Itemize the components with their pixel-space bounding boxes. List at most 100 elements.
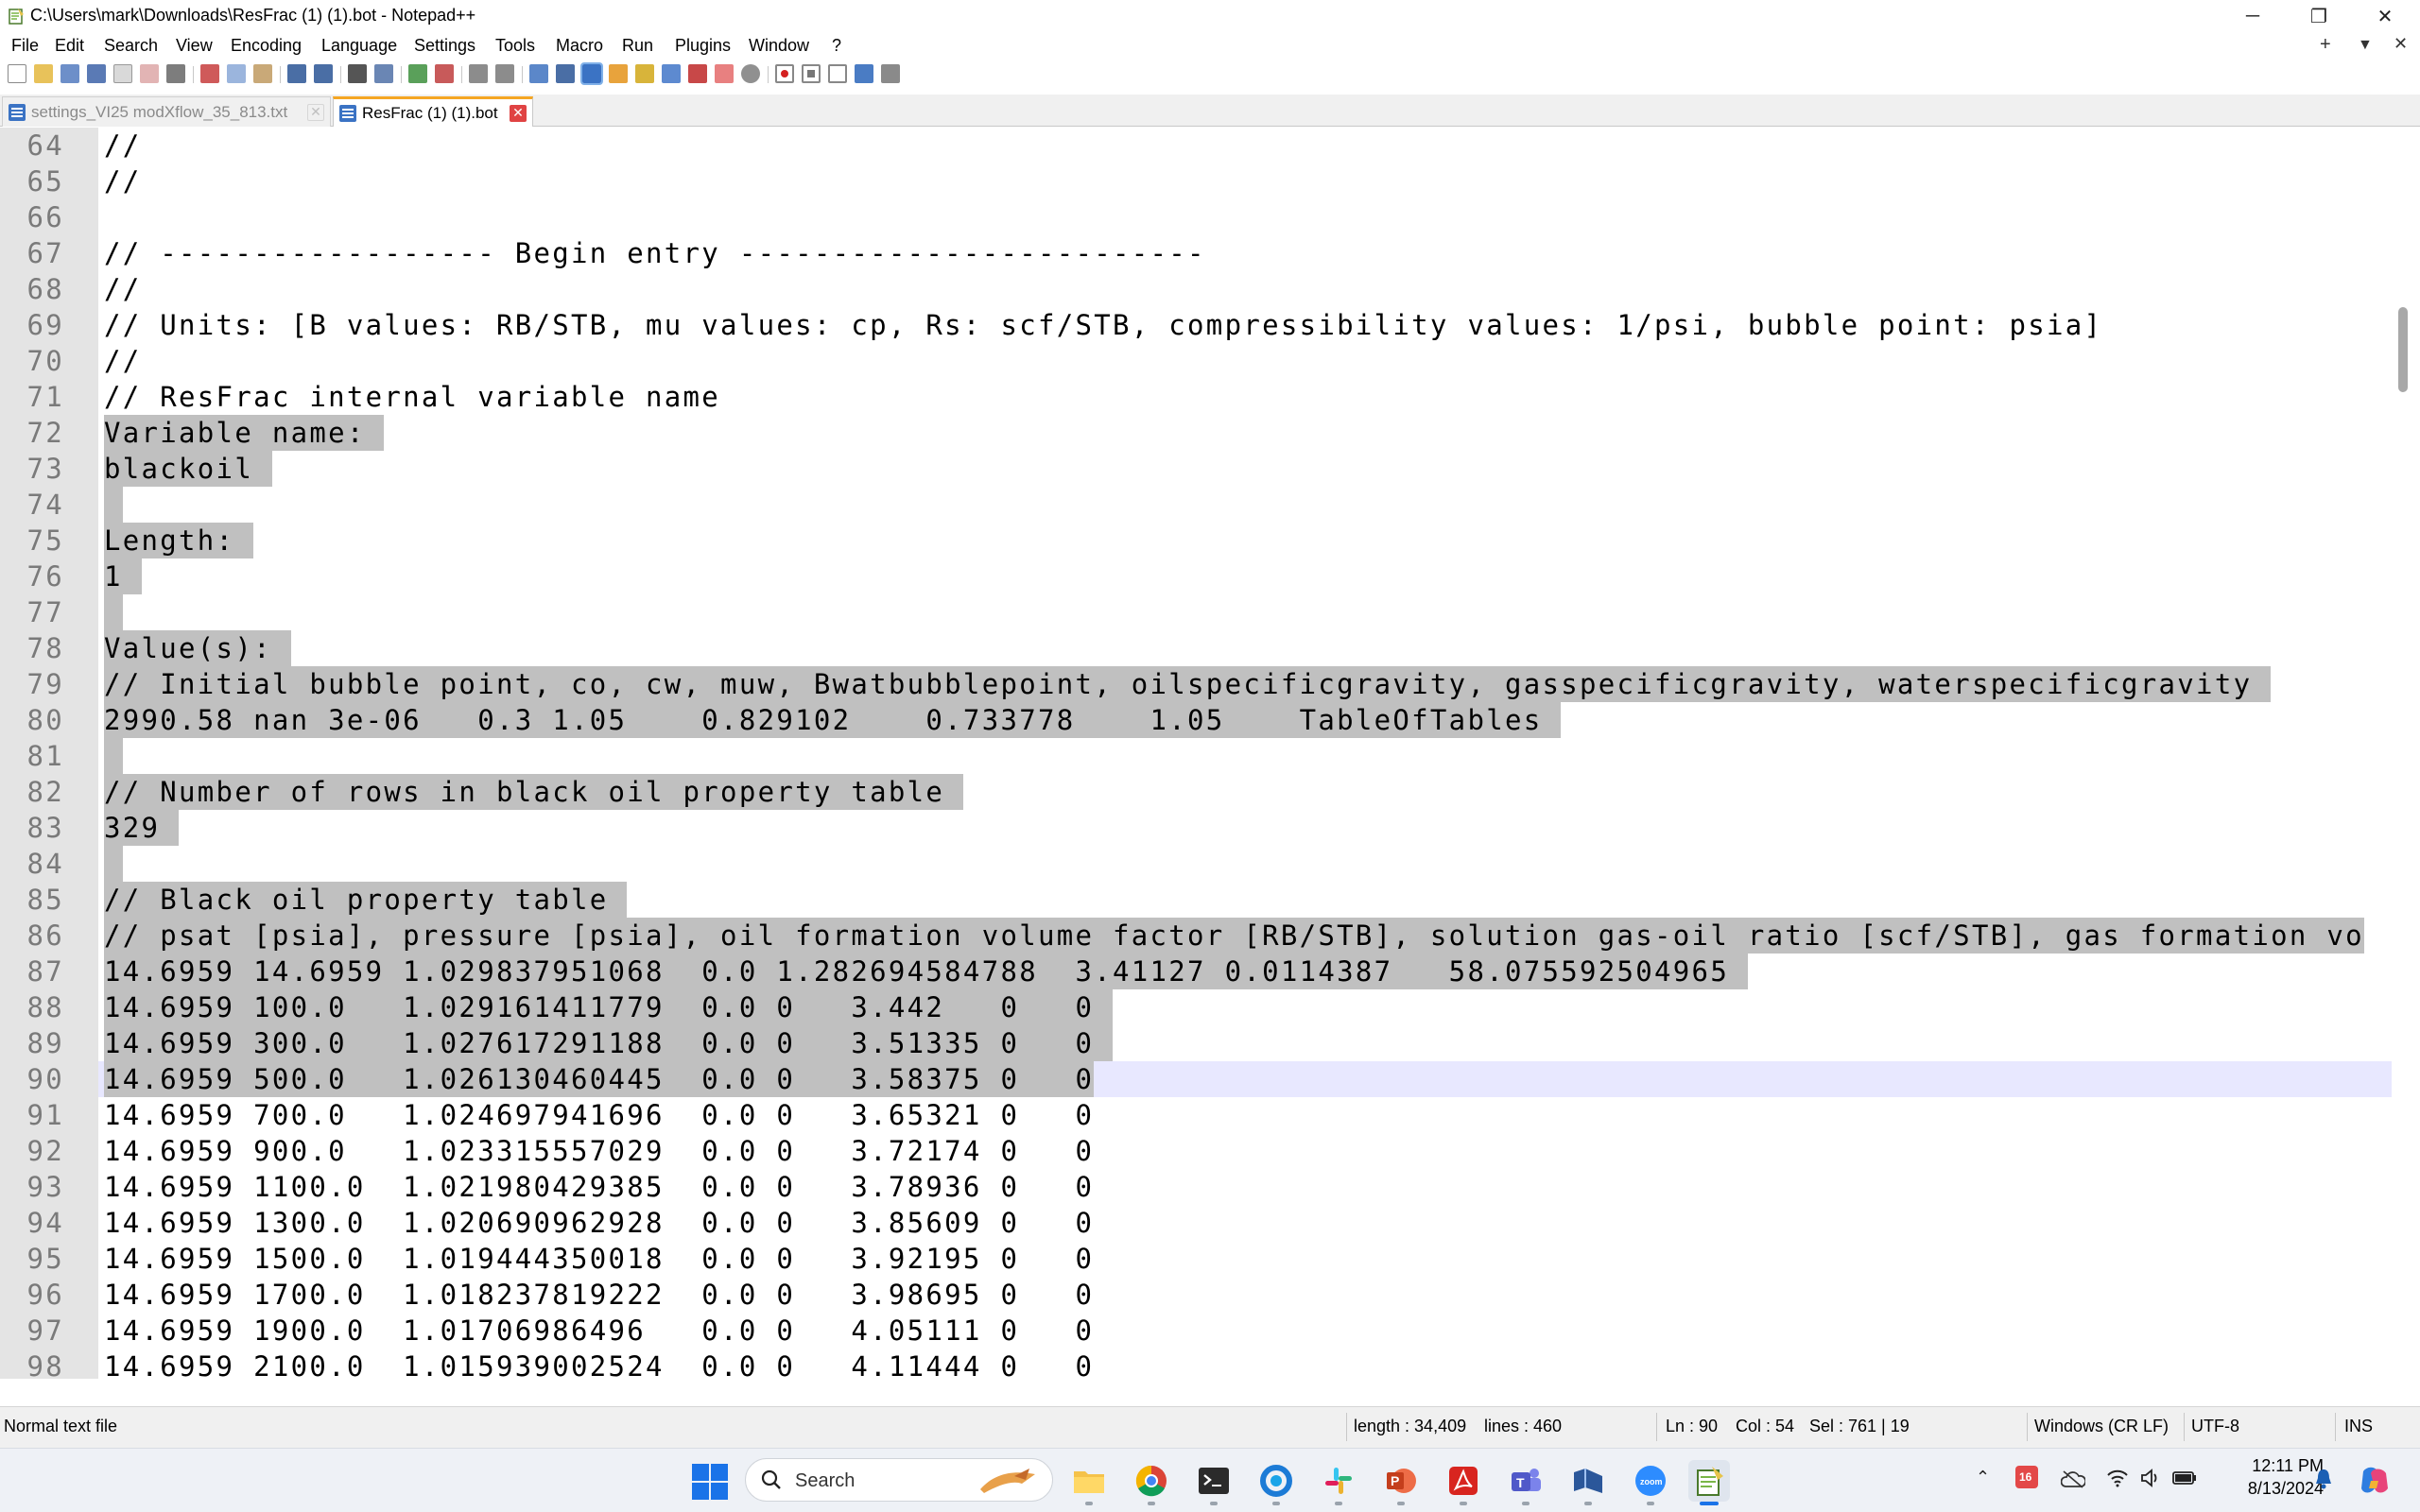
editor-line[interactable]: 86 // psat [psia], pressure [psia], oil f… — [0, 918, 2392, 954]
editor-line[interactable]: 72 Variable name: — [0, 415, 2392, 451]
status-column[interactable]: Col : 54 — [1736, 1417, 1794, 1436]
play-macro-icon[interactable] — [828, 64, 847, 83]
editor-line[interactable]: 80 2990.58 nan 3e-06 0.3 1.05 0.829102 0.… — [0, 702, 2392, 738]
cut-icon[interactable] — [200, 64, 219, 83]
find-icon[interactable] — [348, 64, 367, 83]
status-line-number[interactable]: Ln : 90 — [1666, 1417, 1718, 1436]
menu-view[interactable]: View — [176, 36, 213, 56]
editor-line[interactable]: 82 // Number of rows in black oil propert… — [0, 774, 2392, 810]
clipboard-icon[interactable] — [715, 64, 734, 83]
close-all-icon[interactable] — [140, 64, 159, 83]
replace-icon[interactable] — [374, 64, 393, 83]
notification-bell-icon[interactable] — [2314, 1468, 2333, 1490]
start-button[interactable] — [690, 1462, 728, 1500]
menu-edit[interactable]: Edit — [55, 36, 84, 56]
editor-line[interactable]: 84 — [0, 846, 2392, 882]
menu-run[interactable]: Run — [622, 36, 653, 56]
powerpoint-taskbar-button[interactable]: P — [1380, 1460, 1422, 1505]
menu-window[interactable]: Window — [749, 36, 809, 56]
close-file-icon[interactable] — [113, 64, 132, 83]
editor-line[interactable]: 70 // — [0, 343, 2392, 379]
editor-line[interactable]: 95 14.6959 1500.0 1.019444350018 0.0 0 3.… — [0, 1241, 2392, 1277]
stop-macro-icon[interactable] — [802, 64, 821, 83]
editor-line[interactable]: 88 14.6959 100.0 1.029161411779 0.0 0 3.4… — [0, 989, 2392, 1025]
editor-line[interactable]: 97 14.6959 1900.0 1.01706986496 0.0 0 4.0… — [0, 1313, 2392, 1349]
show-hidden-icons-icon[interactable]: ⌃ — [1976, 1468, 1990, 1487]
editor-line[interactable]: 79 // Initial bubble point, co, cw, muw, … — [0, 666, 2392, 702]
editor-line[interactable]: 69 // Units: [B values: RB/STB, mu values… — [0, 307, 2392, 343]
editor-line[interactable]: 66 — [0, 199, 2392, 235]
editor-line[interactable]: 74 — [0, 487, 2392, 523]
new-tab-icon[interactable]: + — [2320, 34, 2331, 56]
tab-list-icon[interactable]: ▼ — [2358, 37, 2373, 54]
new-file-icon[interactable] — [8, 64, 26, 83]
close-document-icon[interactable]: ✕ — [2394, 34, 2408, 54]
editor-line[interactable]: 87 14.6959 14.6959 1.029837951068 0.0 1.2… — [0, 954, 2392, 989]
clock-time[interactable]: 12:11 PM — [2220, 1456, 2324, 1476]
restore-button[interactable]: ❐ — [2286, 0, 2352, 32]
editor-line[interactable]: 83 329 — [0, 810, 2392, 846]
minimize-button[interactable]: ─ — [2220, 0, 2286, 32]
volume-icon[interactable] — [2140, 1468, 2161, 1488]
sync-horizontal-icon[interactable] — [495, 64, 514, 83]
editor-line[interactable]: 68 // — [0, 271, 2392, 307]
save-icon[interactable] — [60, 64, 79, 83]
wifi-icon[interactable] — [2106, 1468, 2129, 1488]
print-icon[interactable] — [166, 64, 185, 83]
doc-map-icon[interactable] — [635, 64, 654, 83]
save-all-icon[interactable] — [87, 64, 106, 83]
editor-line[interactable]: 81 — [0, 738, 2392, 774]
record-macro-icon[interactable] — [775, 64, 794, 83]
text-editor[interactable]: 64 // 65 // 66 67 // ------------------ Begin … — [0, 128, 2420, 1381]
acrobat-taskbar-button[interactable] — [1443, 1460, 1484, 1505]
editor-line[interactable]: 75 Length: — [0, 523, 2392, 558]
zoom-taskbar-button[interactable]: zoom — [1630, 1460, 1671, 1505]
open-file-icon[interactable] — [34, 64, 53, 83]
menu-tools[interactable]: Tools — [495, 36, 535, 56]
calendar-icon[interactable]: 16 — [2015, 1466, 2038, 1488]
editor-line[interactable]: 90 14.6959 500.0 1.026130460445 0.0 0 3.5… — [0, 1061, 2392, 1097]
language-icon[interactable] — [609, 64, 628, 83]
editor-line[interactable]: 76 1 — [0, 558, 2392, 594]
tab-resfrac-file[interactable]: ResFrac (1) (1).bot ✕ — [333, 96, 533, 127]
menu-encoding[interactable]: Encoding — [231, 36, 302, 56]
copy-icon[interactable] — [227, 64, 246, 83]
battery-icon[interactable] — [2172, 1469, 2197, 1486]
editor-line[interactable]: 89 14.6959 300.0 1.027617291188 0.0 0 3.5… — [0, 1025, 2392, 1061]
menu-settings[interactable]: Settings — [414, 36, 475, 56]
close-window-button[interactable]: ✕ — [2352, 0, 2418, 32]
editor-line[interactable]: 93 14.6959 1100.0 1.021980429385 0.0 0 3.… — [0, 1169, 2392, 1205]
terminal-taskbar-button[interactable] — [1193, 1460, 1235, 1505]
onedrive-icon[interactable] — [2061, 1469, 2085, 1488]
slack-taskbar-button[interactable] — [1318, 1460, 1359, 1505]
folder-as-workspace-icon[interactable] — [688, 64, 707, 83]
run-macro-multiple-icon[interactable] — [855, 64, 873, 83]
status-selection[interactable]: Sel : 761 | 19 — [1809, 1417, 1910, 1436]
monitoring-icon[interactable] — [741, 64, 760, 83]
function-list-icon[interactable] — [662, 64, 681, 83]
save-macro-icon[interactable] — [881, 64, 900, 83]
editor-line[interactable]: 94 14.6959 1300.0 1.020690962928 0.0 0 3.… — [0, 1205, 2392, 1241]
taskbar-search-box[interactable]: Search — [745, 1458, 1053, 1502]
clock-date[interactable]: 8/13/2024 — [2220, 1479, 2324, 1499]
indent-guide-icon[interactable] — [580, 62, 603, 85]
word-wrap-icon[interactable] — [529, 64, 548, 83]
editor-line[interactable]: 92 14.6959 900.0 1.023315557029 0.0 0 3.7… — [0, 1133, 2392, 1169]
menu-language[interactable]: Language — [321, 36, 397, 56]
zoom-out-icon[interactable] — [435, 64, 454, 83]
editor-line[interactable]: 65 // — [0, 163, 2392, 199]
editor-line[interactable]: 91 14.6959 700.0 1.024697941696 0.0 0 3.6… — [0, 1097, 2392, 1133]
zoom-in-icon[interactable] — [408, 64, 427, 83]
menu-search[interactable]: Search — [104, 36, 158, 56]
editor-line[interactable]: 77 — [0, 594, 2392, 630]
vertical-scroll-thumb[interactable] — [2398, 307, 2408, 392]
file-explorer-taskbar-button[interactable] — [1068, 1460, 1110, 1505]
undo-icon[interactable] — [287, 64, 306, 83]
tab-close-icon[interactable]: ✕ — [510, 104, 527, 122]
editor-line[interactable]: 73 blackoil — [0, 451, 2392, 487]
status-insert-mode[interactable]: INS — [2344, 1417, 2373, 1436]
sync-vertical-icon[interactable] — [469, 64, 488, 83]
redo-icon[interactable] — [314, 64, 333, 83]
tab-settings-file[interactable]: settings_VI25 modXflow_35_813.txt ✕ — [2, 96, 331, 127]
show-all-characters-icon[interactable] — [556, 64, 575, 83]
